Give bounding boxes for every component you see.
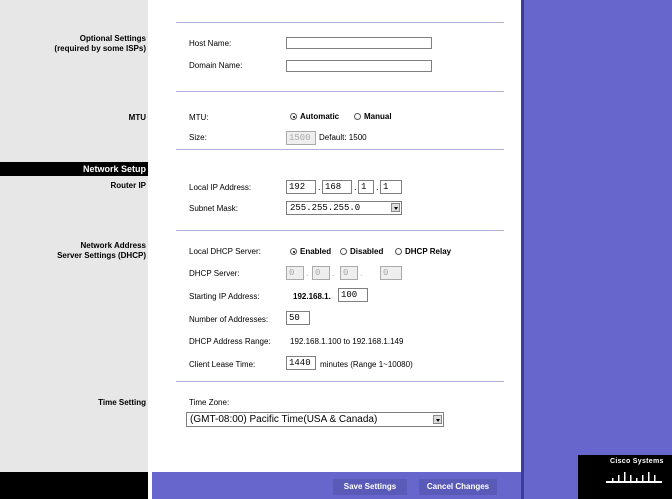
separator <box>176 149 504 150</box>
chevron-down-icon[interactable] <box>391 203 400 212</box>
dhcp-disabled-radio[interactable] <box>340 248 347 255</box>
mtu-manual-label: Manual <box>364 112 392 121</box>
section-time-setting: Time Setting <box>98 398 146 407</box>
section-router-ip: Router IP <box>110 181 146 190</box>
dot: . <box>332 268 335 278</box>
dot: . <box>376 182 379 192</box>
subnet-mask-select[interactable]: 255.255.255.0 <box>286 201 402 215</box>
domain-name-input[interactable] <box>286 60 432 72</box>
dhcp-disabled-label: Disabled <box>350 247 384 256</box>
local-ip-octet-1[interactable]: 192 <box>286 180 316 194</box>
section-optional-settings: Optional Settings (required by some ISPs… <box>0 34 146 54</box>
dhcp-range-value: 192.168.1.100 to 192.168.1.149 <box>290 337 404 346</box>
time-zone-select[interactable]: (GMT-08:00) Pacific Time(USA & Canada) <box>186 412 444 427</box>
dhcp-range-label: DHCP Address Range: <box>189 337 271 346</box>
mtu-automatic-radio[interactable] <box>290 113 297 120</box>
time-zone-value: (GMT-08:00) Pacific Time(USA & Canada) <box>190 414 378 425</box>
local-ip-octet-4[interactable]: 1 <box>380 180 402 194</box>
separator <box>176 381 504 382</box>
network-setup-label: Network Setup <box>82 164 146 174</box>
right-panel <box>521 0 672 499</box>
domain-name-label: Domain Name: <box>189 61 243 70</box>
dhcp-server-octet-2[interactable]: 0 <box>312 266 330 280</box>
section-mtu: MTU <box>128 113 146 122</box>
dhcp-server-octet-1[interactable]: 0 <box>286 266 304 280</box>
dot: . <box>360 268 363 278</box>
mtu-size-input[interactable]: 1500 <box>286 131 316 145</box>
dhcp-server-octet-3[interactable]: 0 <box>340 266 358 280</box>
starting-ip-label: Starting IP Address: <box>189 292 260 301</box>
lease-time-suffix: minutes (Range 1~10080) <box>320 360 413 369</box>
dot: . <box>318 182 321 192</box>
cisco-logo-text: Cisco Systems <box>610 458 664 465</box>
host-name-input[interactable] <box>286 37 432 49</box>
number-of-addresses-input[interactable]: 50 <box>286 311 310 325</box>
time-zone-label: Time Zone: <box>189 398 230 407</box>
number-of-addresses-label: Number of Addresses: <box>189 315 269 324</box>
column-divider <box>148 0 152 499</box>
host-name-label: Host Name: <box>189 39 232 48</box>
local-ip-octet-3[interactable]: 1 <box>358 180 374 194</box>
separator <box>176 22 504 23</box>
separator <box>176 230 504 231</box>
section-dhcp-line2: Server Settings (DHCP) <box>57 251 146 260</box>
subnet-mask-value: 255.255.255.0 <box>290 203 361 213</box>
dhcp-enabled-label: Enabled <box>300 247 332 256</box>
chevron-down-icon[interactable] <box>433 415 442 424</box>
section-network-setup: Network Setup <box>0 162 148 176</box>
section-optional-line2: (required by some ISPs) <box>54 44 146 53</box>
separator <box>176 91 504 92</box>
mtu-automatic-label: Automatic <box>300 112 340 121</box>
mtu-default-text: Default: 1500 <box>319 133 367 142</box>
dot: . <box>354 182 357 192</box>
cancel-changes-button[interactable]: Cancel Changes <box>419 479 497 495</box>
starting-ip-input[interactable]: 100 <box>338 288 368 302</box>
dhcp-server-mode-label: Local DHCP Server: <box>189 247 261 256</box>
lease-time-input[interactable]: 1440 <box>286 356 316 370</box>
bottom-bar-left <box>0 472 148 499</box>
section-dhcp: Network Address Server Settings (DHCP) <box>0 241 146 261</box>
starting-ip-prefix: 192.168.1. <box>293 292 331 301</box>
mtu-manual-radio[interactable] <box>354 113 361 120</box>
section-optional-line1: Optional Settings <box>79 34 146 43</box>
dhcp-server-label: DHCP Server: <box>189 269 240 278</box>
dhcp-relay-label: DHCP Relay <box>405 247 452 256</box>
subnet-mask-label: Subnet Mask: <box>189 204 238 213</box>
local-ip-octet-2[interactable]: 168 <box>322 180 352 194</box>
cisco-bridge-icon <box>606 472 662 483</box>
dhcp-enabled-radio[interactable] <box>290 248 297 255</box>
cisco-logo: Cisco Systems <box>610 458 664 465</box>
right-panel-edge <box>521 0 524 499</box>
save-settings-button[interactable]: Save Settings <box>333 479 407 495</box>
dhcp-server-octet-4[interactable]: 0 <box>380 266 402 280</box>
lease-time-label: Client Lease Time: <box>189 360 256 369</box>
mtu-size-label: Size: <box>189 133 207 142</box>
dhcp-relay-radio[interactable] <box>395 248 402 255</box>
mtu-label: MTU: <box>189 113 209 122</box>
dot: . <box>306 268 309 278</box>
local-ip-label: Local IP Address: <box>189 183 252 192</box>
section-dhcp-line1: Network Address <box>80 241 147 250</box>
